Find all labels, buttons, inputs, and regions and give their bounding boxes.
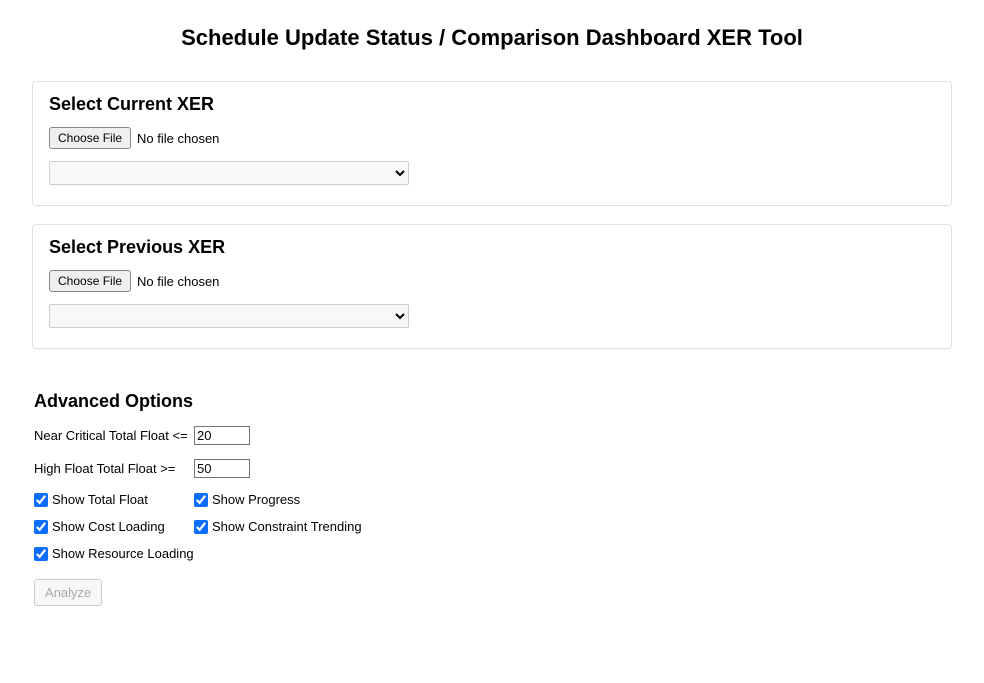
show-cost-loading-item[interactable]: Show Cost Loading [34, 519, 194, 534]
current-xer-file-status: No file chosen [137, 131, 219, 146]
previous-xer-file-status: No file chosen [137, 274, 219, 289]
show-total-float-checkbox[interactable] [34, 493, 48, 507]
near-critical-label: Near Critical Total Float <= [34, 428, 194, 443]
show-resource-loading-item[interactable]: Show Resource Loading [34, 546, 194, 561]
show-progress-checkbox[interactable] [194, 493, 208, 507]
show-cost-loading-checkbox[interactable] [34, 520, 48, 534]
high-float-input[interactable] [194, 459, 250, 478]
current-xer-heading: Select Current XER [49, 94, 935, 115]
show-constraint-trending-item[interactable]: Show Constraint Trending [194, 519, 950, 534]
show-progress-item[interactable]: Show Progress [194, 492, 950, 507]
show-total-float-item[interactable]: Show Total Float [34, 492, 194, 507]
show-resource-loading-checkbox[interactable] [34, 547, 48, 561]
analyze-button[interactable]: Analyze [34, 579, 102, 606]
current-xer-file-row: Choose File No file chosen [49, 127, 935, 149]
page-title: Schedule Update Status / Comparison Dash… [32, 25, 952, 51]
current-xer-select[interactable] [49, 161, 409, 185]
show-progress-label: Show Progress [212, 492, 300, 507]
high-float-label: High Float Total Float >= [34, 461, 194, 476]
show-total-float-label: Show Total Float [52, 492, 148, 507]
previous-xer-file-row: Choose File No file chosen [49, 270, 935, 292]
show-constraint-trending-checkbox[interactable] [194, 520, 208, 534]
previous-xer-card: Select Previous XER Choose File No file … [32, 224, 952, 349]
high-float-row: High Float Total Float >= [34, 459, 950, 478]
advanced-options-heading: Advanced Options [34, 391, 950, 412]
current-xer-choose-file-button[interactable]: Choose File [49, 127, 131, 149]
show-cost-loading-label: Show Cost Loading [52, 519, 165, 534]
near-critical-input[interactable] [194, 426, 250, 445]
advanced-options-section: Advanced Options Near Critical Total Flo… [32, 367, 952, 606]
near-critical-row: Near Critical Total Float <= [34, 426, 950, 445]
previous-xer-select[interactable] [49, 304, 409, 328]
previous-xer-heading: Select Previous XER [49, 237, 935, 258]
checkbox-grid: Show Total Float Show Progress Show Cost… [34, 492, 950, 561]
show-constraint-trending-label: Show Constraint Trending [212, 519, 362, 534]
current-xer-card: Select Current XER Choose File No file c… [32, 81, 952, 206]
previous-xer-choose-file-button[interactable]: Choose File [49, 270, 131, 292]
show-resource-loading-label: Show Resource Loading [52, 546, 194, 561]
